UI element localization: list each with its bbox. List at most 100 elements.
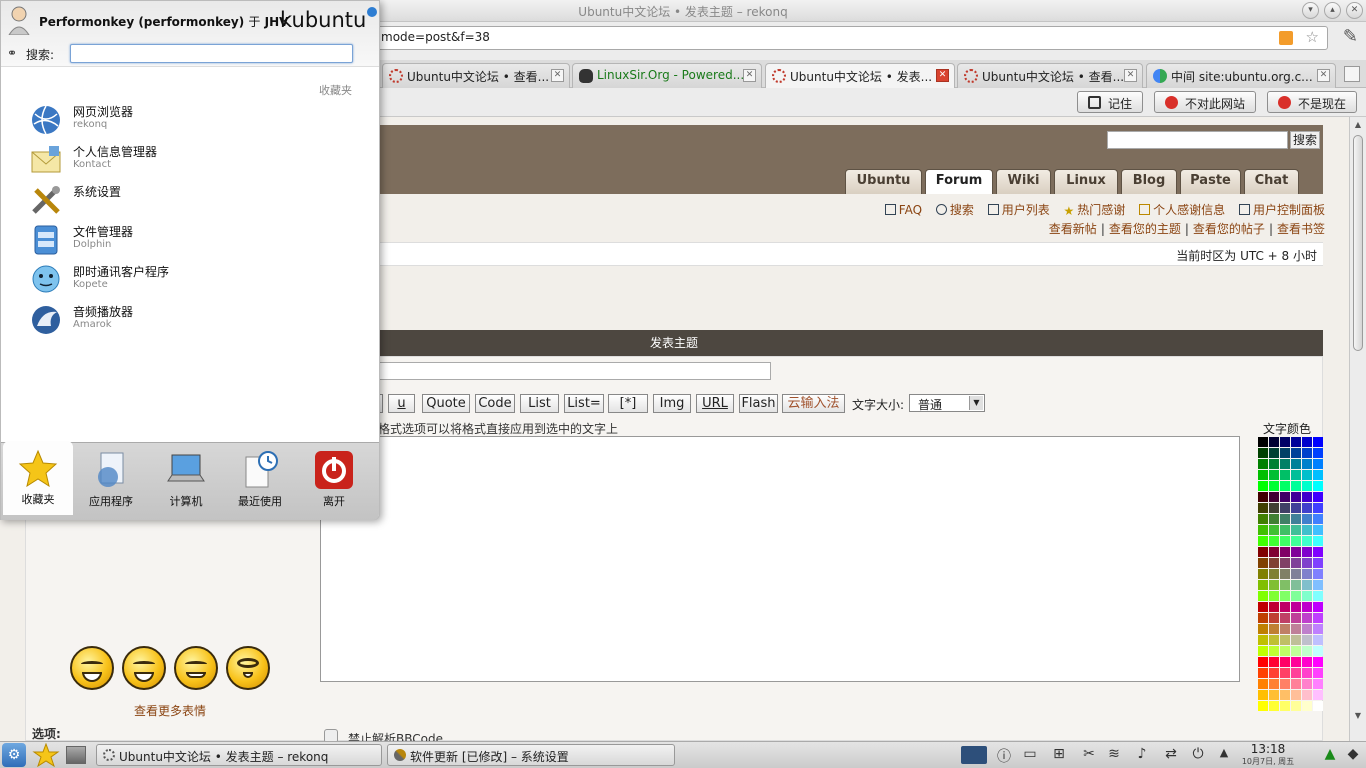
color-swatch[interactable] (1302, 536, 1312, 546)
bbcode-flash-button[interactable]: Flash (739, 394, 778, 413)
forum-search-button[interactable]: 搜索 (1290, 131, 1320, 149)
nav-tab-ubuntu[interactable]: Ubuntu (845, 169, 922, 194)
color-swatch[interactable] (1280, 602, 1290, 612)
thanks-info-link[interactable]: 个人感谢信息 (1139, 203, 1225, 217)
color-swatch[interactable] (1313, 514, 1323, 524)
color-swatch[interactable] (1302, 448, 1312, 458)
power-tray-icon[interactable]: ⏻ (1188, 746, 1208, 764)
remember-button[interactable]: 记住 (1077, 91, 1144, 113)
color-swatch[interactable] (1269, 635, 1279, 645)
color-swatch[interactable] (1302, 525, 1312, 535)
never-for-site-button[interactable]: 不对此网站 (1154, 91, 1257, 113)
color-swatch[interactable] (1269, 591, 1279, 601)
tab-google-search[interactable]: 中间 site:ubuntu.org.c... ✕ (1146, 63, 1336, 88)
clock[interactable]: 13:18 10月7日, 周五 (1238, 742, 1298, 767)
bbcode-img-button[interactable]: Img (653, 394, 691, 413)
color-swatch[interactable] (1258, 668, 1268, 678)
color-swatch[interactable] (1258, 580, 1268, 590)
color-swatch[interactable] (1258, 591, 1268, 601)
color-swatch[interactable] (1291, 602, 1301, 612)
color-swatch[interactable] (1302, 470, 1312, 480)
color-swatch[interactable] (1302, 558, 1312, 568)
bbcode-list-button[interactable]: List (520, 394, 559, 413)
color-swatch[interactable] (1280, 492, 1290, 502)
color-swatch[interactable] (1280, 679, 1290, 689)
color-swatch[interactable] (1269, 558, 1279, 568)
color-swatch[interactable] (1302, 547, 1312, 557)
color-swatch[interactable] (1258, 635, 1268, 645)
bookmarks-link[interactable]: 查看书签 (1277, 222, 1325, 236)
smiley-grin-icon[interactable] (122, 646, 166, 690)
page-scrollbar[interactable]: ▲ ▼ (1349, 117, 1366, 741)
top-thanks-link[interactable]: ★ 热门感谢 (1064, 203, 1126, 218)
color-swatch[interactable] (1291, 690, 1301, 700)
color-swatch[interactable] (1291, 492, 1301, 502)
color-swatch[interactable] (1291, 624, 1301, 634)
update-icon[interactable]: ⊞ (1049, 746, 1069, 764)
color-swatch[interactable] (1258, 448, 1268, 458)
color-swatch[interactable] (1313, 668, 1323, 678)
color-swatch[interactable] (1313, 536, 1323, 546)
close-tab-icon[interactable]: ✕ (1317, 69, 1330, 82)
minimize-button[interactable]: ▾ (1302, 2, 1319, 19)
color-swatch[interactable] (1269, 602, 1279, 612)
color-swatch[interactable] (1313, 437, 1323, 447)
message-editor[interactable] (320, 436, 1240, 682)
bookmark-star-icon[interactable]: ☆ (1306, 28, 1319, 46)
your-topics-link[interactable]: 查看您的主题 (1109, 222, 1181, 236)
color-swatch[interactable] (1313, 624, 1323, 634)
color-swatch[interactable] (1302, 591, 1312, 601)
color-swatch[interactable] (1313, 448, 1323, 458)
color-swatch[interactable] (1258, 481, 1268, 491)
color-swatch[interactable] (1291, 558, 1301, 568)
color-swatch[interactable] (1280, 635, 1290, 645)
color-swatch[interactable] (1313, 470, 1323, 480)
color-swatch[interactable] (1258, 569, 1268, 579)
color-swatch[interactable] (1302, 503, 1312, 513)
color-swatch[interactable] (1313, 690, 1323, 700)
clipboard-icon[interactable]: ✂ (1079, 746, 1099, 764)
kde-menu-button[interactable]: ⚙ (2, 743, 26, 767)
color-swatch[interactable] (1302, 481, 1312, 491)
color-swatch[interactable] (1269, 657, 1279, 667)
favorite-im-client[interactable]: 即时通讯客户程序 Kopete (29, 262, 359, 298)
color-swatch[interactable] (1269, 580, 1279, 590)
color-swatch[interactable] (1313, 459, 1323, 469)
kickoff-tab-leave[interactable]: 离开 (299, 443, 369, 515)
color-swatch[interactable] (1302, 668, 1312, 678)
not-now-button[interactable]: 不是现在 (1267, 91, 1358, 113)
screen-icon[interactable] (961, 746, 987, 764)
bbcode-list-ordered-button[interactable]: List= (564, 394, 604, 413)
color-swatch[interactable] (1291, 679, 1301, 689)
color-swatch[interactable] (1291, 580, 1301, 590)
control-panel-link[interactable]: 用户控制面板 (1238, 203, 1325, 217)
color-swatch[interactable] (1313, 503, 1323, 513)
color-swatch[interactable] (1269, 536, 1279, 546)
color-swatch[interactable] (1258, 646, 1268, 656)
color-swatch[interactable] (1313, 701, 1323, 711)
color-swatch[interactable] (1280, 646, 1290, 656)
tools-menu-icon[interactable]: ✎ (1343, 26, 1358, 47)
volume-icon[interactable]: ♪ (1132, 746, 1152, 764)
color-swatch[interactable] (1313, 580, 1323, 590)
color-swatch[interactable] (1291, 525, 1301, 535)
tab-forum-view-1[interactable]: Ubuntu中文论坛 • 查看... ✕ (382, 63, 570, 88)
close-window-button[interactable]: ✕ (1346, 2, 1363, 19)
color-swatch[interactable] (1280, 591, 1290, 601)
wifi-icon[interactable]: ≋ (1104, 746, 1124, 764)
color-swatch[interactable] (1280, 525, 1290, 535)
color-swatch[interactable] (1291, 437, 1301, 447)
color-swatch[interactable] (1280, 536, 1290, 546)
color-swatch[interactable] (1280, 701, 1290, 711)
bbcode-underline-button[interactable]: u (388, 394, 415, 413)
color-swatch[interactable] (1258, 470, 1268, 480)
tab-forum-post[interactable]: Ubuntu中文论坛 • 发表... ✕ (765, 63, 955, 89)
kickoff-tab-favorites[interactable]: 收藏夹 (3, 441, 73, 515)
color-palette[interactable] (1258, 437, 1323, 711)
color-swatch[interactable] (1302, 624, 1312, 634)
info-icon[interactable]: ⓘ (994, 746, 1014, 765)
color-swatch[interactable] (1258, 514, 1268, 524)
color-swatch[interactable] (1280, 547, 1290, 557)
close-tab-icon[interactable]: ✕ (551, 69, 564, 82)
color-swatch[interactable] (1258, 503, 1268, 513)
